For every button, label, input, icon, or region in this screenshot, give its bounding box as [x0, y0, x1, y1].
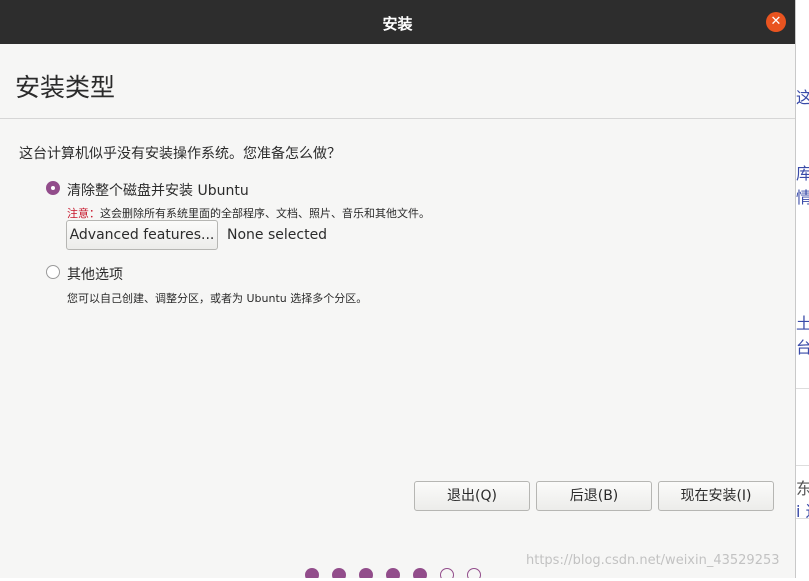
- close-button[interactable]: ✕: [766, 12, 786, 32]
- progress-dot: [467, 568, 481, 578]
- warning-key: 注意：: [67, 207, 100, 220]
- warning-text: 这会删除所有系统里面的全部程序、文档、照片、音乐和其他文件。: [100, 207, 430, 220]
- page-header: 安装类型: [0, 44, 795, 119]
- progress-dot: [413, 568, 427, 578]
- close-icon: ✕: [770, 14, 782, 29]
- progress-dot: [359, 568, 373, 578]
- background-divider: [796, 388, 809, 389]
- erase-disk-label[interactable]: 清除整个磁盘并安装 Ubuntu: [67, 180, 249, 200]
- erase-disk-warning: 注意：这会删除所有系统里面的全部程序、文档、照片、音乐和其他文件。: [67, 205, 430, 221]
- background-text: 土结: [796, 314, 809, 333]
- back-button[interactable]: 后退(B): [536, 481, 652, 511]
- progress-dot: [305, 568, 319, 578]
- background-page: 这 库( 情 土结 台 东 i 过: [796, 0, 809, 581]
- quit-button[interactable]: 退出(Q): [414, 481, 530, 511]
- background-divider: [796, 518, 809, 519]
- something-else-radio[interactable]: [46, 265, 60, 279]
- background-text: 情: [796, 188, 809, 207]
- installer-window: 安装 ✕ 安装类型 这台计算机似乎没有安装操作系统。您准备怎么做？ 清除整个磁盘…: [0, 0, 796, 578]
- advanced-features-status: None selected: [227, 227, 328, 243]
- something-else-label[interactable]: 其他选项: [67, 264, 123, 284]
- watermark: https://blog.csdn.net/weixin_43529253: [526, 553, 780, 568]
- something-else-description: 您可以自己创建、调整分区，或者为 Ubuntu 选择多个分区。: [67, 292, 368, 305]
- page-title: 安装类型: [15, 73, 116, 102]
- erase-disk-radio[interactable]: [46, 181, 60, 195]
- progress-dots: [0, 568, 795, 578]
- background-text: 这: [796, 88, 809, 107]
- background-text: 库(: [796, 164, 809, 183]
- progress-dot: [386, 568, 400, 578]
- progress-dot: [332, 568, 346, 578]
- install-question: 这台计算机似乎没有安装操作系统。您准备怎么做？: [19, 146, 341, 162]
- progress-dot: [440, 568, 454, 578]
- background-text: 东: [796, 479, 809, 498]
- advanced-features-button[interactable]: Advanced features...: [66, 220, 218, 250]
- window-title: 安装: [382, 15, 413, 33]
- background-text: 台: [796, 338, 809, 357]
- background-divider: [796, 465, 809, 466]
- install-now-button[interactable]: 现在安装(I): [658, 481, 774, 511]
- title-bar: 安装 ✕: [0, 0, 795, 44]
